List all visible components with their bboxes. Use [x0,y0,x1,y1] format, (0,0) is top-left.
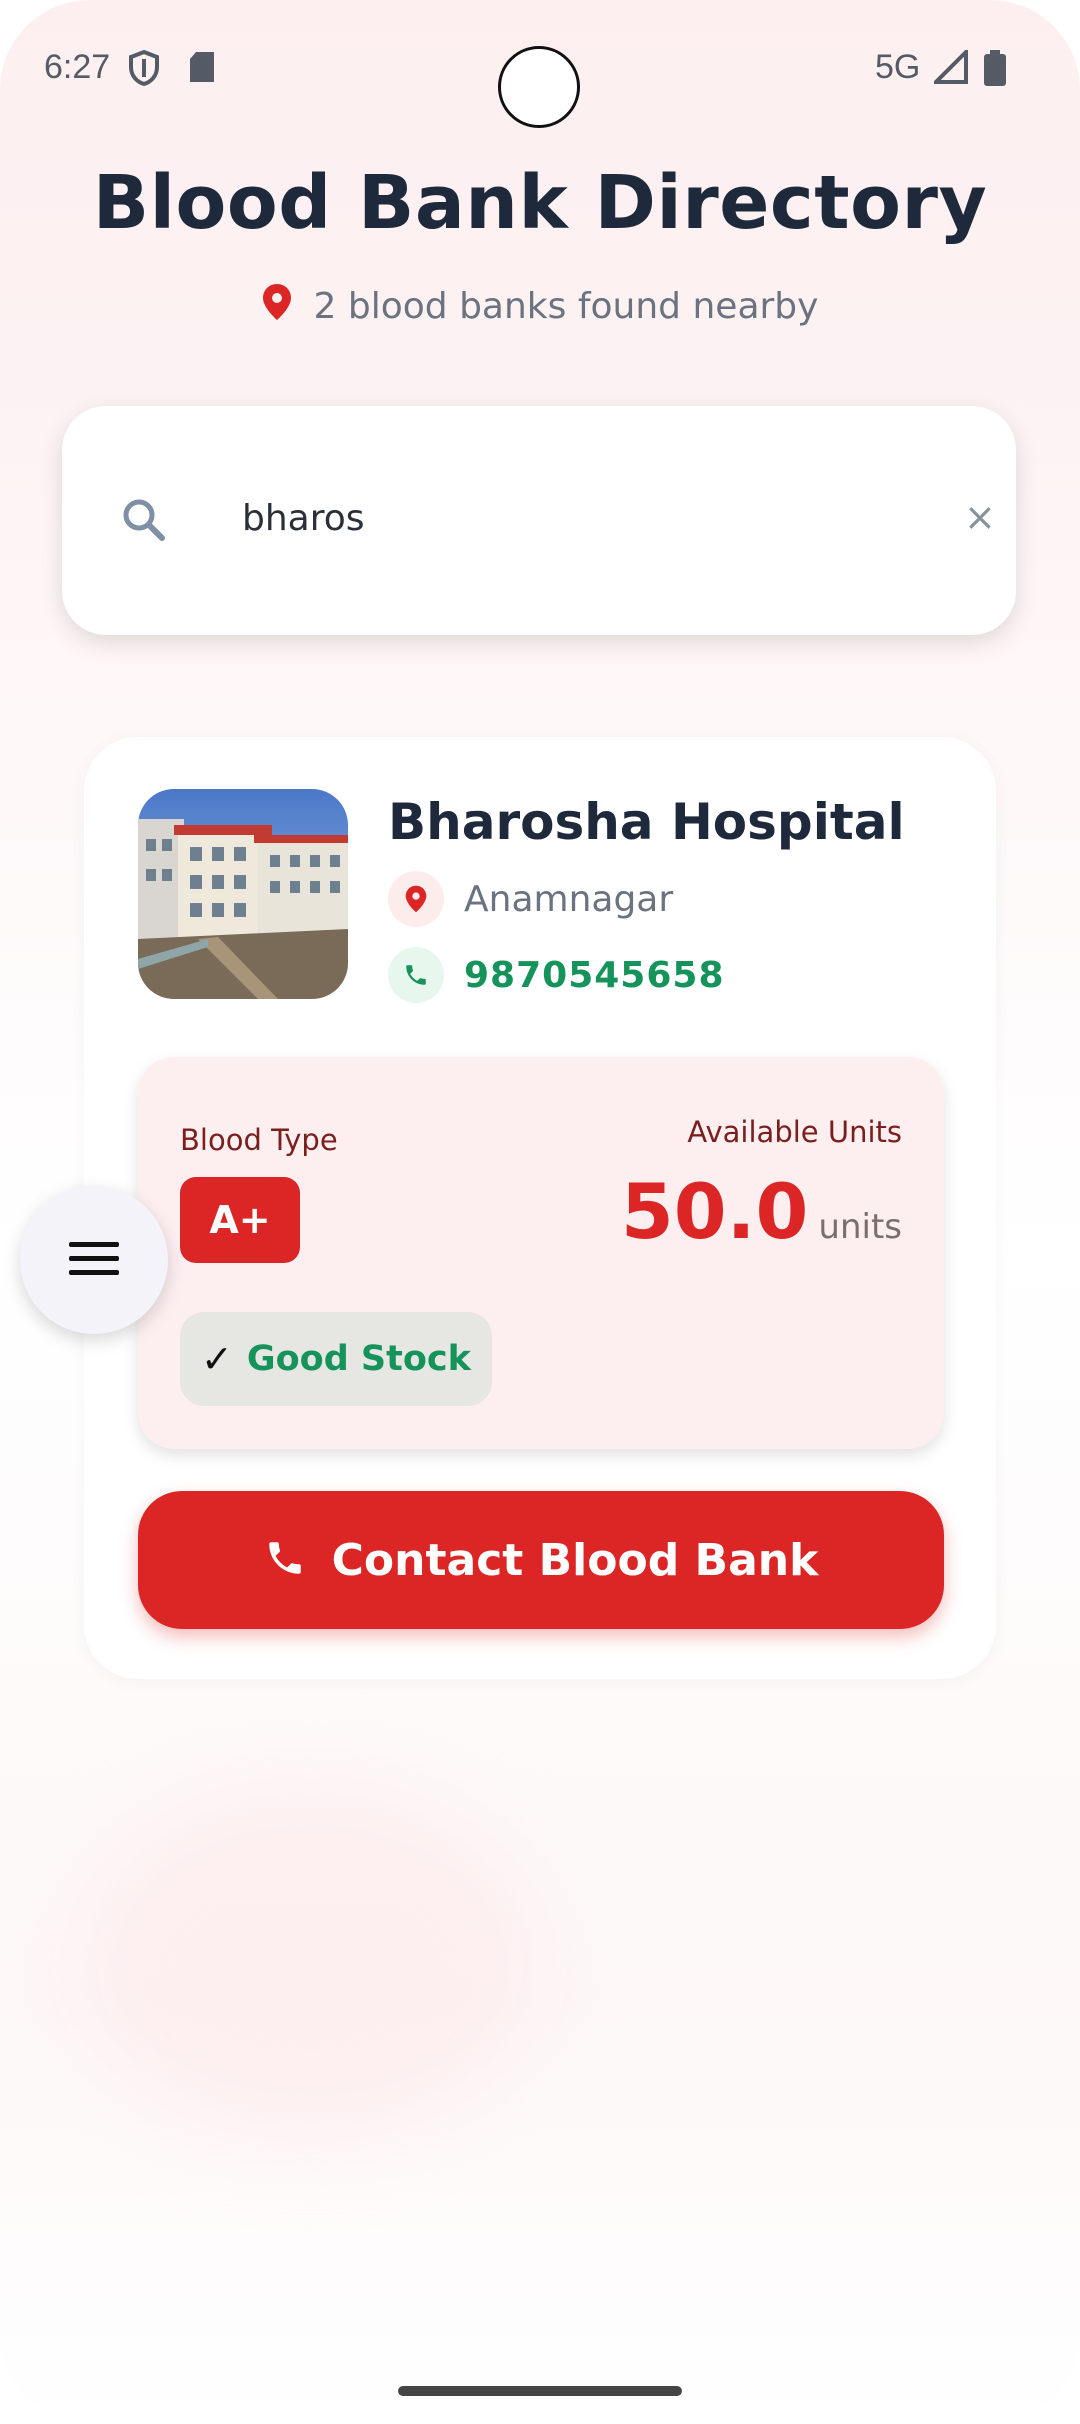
stock-status-text: Good Stock [246,1339,471,1379]
search-input[interactable]: bharos [242,498,365,539]
menu-icon [69,1238,119,1282]
status-time: 6:27 [44,48,111,86]
background-decoration [80,1780,540,2140]
location-text: Anamnagar [464,878,674,920]
page-title: Blood Bank Directory [92,160,988,246]
stock-status-badge: ✓ Good Stock [180,1312,492,1406]
units-label: units [818,1207,902,1247]
phone-icon [264,1537,306,1583]
clear-icon[interactable]: × [964,498,996,536]
app-screen: 6:27 5G Blood Bank Directory 2 blood ban… [0,0,1080,2424]
contact-button-label: Contact Blood Bank [331,1534,819,1586]
available-units: 50.0 units [621,1167,902,1256]
search-icon [120,496,168,548]
contact-blood-bank-button[interactable]: Contact Blood Bank [138,1491,944,1629]
hospital-name: Bharosha Hospital [388,793,905,851]
available-units-value: 50.0 [620,1167,809,1256]
phone-number[interactable]: 9870545658 [464,955,725,996]
phone-icon [388,947,444,1003]
blood-bank-card: Bharosha Hospital Anamnagar 9870545658 B… [84,737,996,1679]
blood-type-badge: A+ [180,1177,300,1263]
location-pin-icon [262,283,292,330]
hospital-location: Anamnagar [388,871,673,927]
blood-type-label: Blood Type [180,1123,338,1157]
camera-cutout [498,46,580,128]
home-indicator[interactable] [398,2386,682,2396]
network-type: 5G [875,48,921,86]
results-count-text: 2 blood banks found nearby [313,286,819,327]
results-summary: 2 blood banks found nearby [0,283,1080,330]
stock-panel: Blood Type A+ Available Units 50.0 units… [138,1057,944,1449]
menu-button[interactable] [20,1186,168,1334]
location-pin-icon [388,871,444,927]
available-units-label: Available Units [687,1115,902,1149]
signal-icon [931,47,968,88]
search-bar[interactable]: bharos × [62,406,1016,635]
battery-icon [984,50,1006,90]
hospital-photo [138,789,348,999]
sd-card-icon [188,50,216,88]
check-icon: ✓ [201,1337,233,1381]
shield-icon [128,49,160,90]
hospital-phone[interactable]: 9870545658 [388,947,725,1003]
